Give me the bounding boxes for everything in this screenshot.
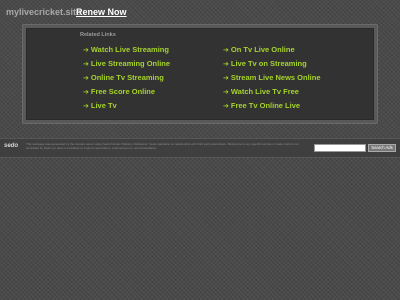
arrow-icon: ➔ [83, 89, 89, 96]
related-link-label: Watch Live Tv Free [230, 87, 299, 96]
sedo-logo[interactable]: sedo [4, 143, 18, 149]
domain-name: mylivecricket.site [6, 7, 82, 17]
related-link-label: Watch Live Streaming [90, 45, 169, 54]
related-link[interactable]: ➔ Free Score Online [83, 87, 155, 96]
related-link[interactable]: ➔ Live Tv on Streaming [223, 59, 307, 68]
related-link[interactable]: ➔ Stream Live News Online [223, 73, 321, 82]
related-link[interactable]: ➔ Online Tv Streaming [83, 73, 164, 82]
related-link-label: On Tv Live Online [230, 45, 295, 54]
arrow-icon: ➔ [83, 75, 89, 82]
related-link-label: Free Score Online [90, 87, 156, 96]
related-link-label: Live Tv [90, 101, 117, 110]
arrow-icon: ➔ [223, 89, 229, 96]
renew-now-link[interactable]: Renew Now [76, 7, 127, 17]
search-ads-button[interactable]: Search Ads [368, 144, 396, 152]
arrow-icon: ➔ [223, 61, 229, 68]
related-link[interactable]: ➔ Live Tv [83, 101, 117, 110]
related-link[interactable]: ➔ Watch Live Tv Free [223, 87, 299, 96]
related-links-title: Related Links [80, 32, 116, 38]
arrow-icon: ➔ [223, 75, 229, 82]
arrow-icon: ➔ [223, 103, 229, 110]
related-link[interactable]: ➔ On Tv Live Online [223, 45, 295, 54]
top-bar: mylivecricket.site Renew Now [0, 0, 400, 20]
related-links-inner [26, 28, 374, 120]
search-ads-input[interactable] [314, 144, 366, 152]
arrow-icon: ➔ [83, 61, 89, 68]
arrow-icon: ➔ [83, 47, 89, 54]
related-link[interactable]: ➔ Live Streaming Online [83, 59, 170, 68]
related-link[interactable]: ➔ Free Tv Online Live [223, 101, 300, 110]
related-link-label: Free Tv Online Live [230, 101, 301, 110]
arrow-icon: ➔ [83, 103, 89, 110]
related-link-label: Stream Live News Online [230, 73, 321, 82]
related-link-label: Live Tv on Streaming [230, 59, 307, 68]
related-link[interactable]: ➔ Watch Live Streaming [83, 45, 169, 54]
related-link-label: Online Tv Streaming [90, 73, 164, 82]
disclaimer-text: This webpage was generated by the domain… [26, 142, 299, 150]
related-link-label: Live Streaming Online [90, 59, 171, 68]
arrow-icon: ➔ [223, 47, 229, 54]
related-links-panel [22, 24, 378, 124]
